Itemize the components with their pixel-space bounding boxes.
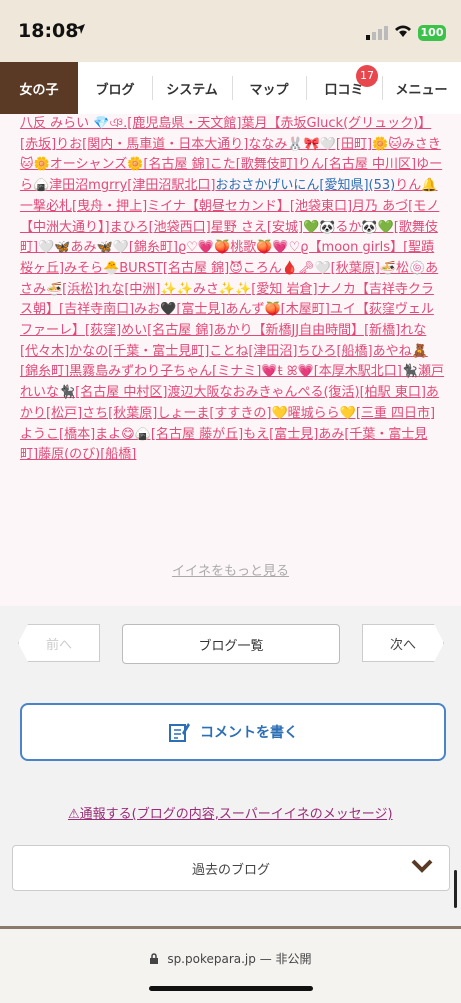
past-blogs-label: 過去のブログ [191,862,270,878]
liker-name[interactable]: 藤原(のび)[船橋] [38,447,136,462]
liker-name[interactable]: こた[歌舞伎町] [210,157,298,172]
prev-button[interactable]: 前へ [18,624,100,662]
edit-icon [169,723,190,742]
liker-name[interactable]: あんず🍑[木屋町] [226,302,330,317]
scrollbar[interactable] [454,870,457,908]
liked-by-list: 八反 みらい 💎ঞ.[鹿児島県・天文館]葉月【赤坂Gluck(グリュック)】[赤… [20,114,445,466]
liker-name[interactable]: みそら🐣BURST[名古屋 錦] [64,261,229,276]
liker-name[interactable]: りお[関内・馬車道・日本大通り] [56,137,248,152]
liker-name[interactable]: かなの[千葉・富士見町] [69,344,209,359]
liker-name[interactable]: さち[秋葉原] [82,406,157,421]
status-bar: 18:08 100 [0,0,461,62]
status-time: 18:08 [18,20,79,42]
liker-name[interactable]: おおさかげいにん[愛知県](53) [215,178,395,193]
battery-indicator: 100 [418,25,446,41]
liker-name[interactable]: ようこ[橋本] [20,427,95,442]
tab-map[interactable]: マップ [232,62,306,114]
liker-name[interactable]: めい[名古屋 錦] [121,323,213,338]
liker-name[interactable]: まよ😋🍙[名古屋 藤が丘] [95,427,243,442]
report-link[interactable]: ⚠通報する(ブログの内容,スーパーイイネのメッセージ) [68,803,393,822]
tab-system[interactable]: システム [152,62,232,114]
liker-name[interactable]: ミイナ【朝昼セカンド】[池袋東口] [147,199,352,214]
past-blogs-dropdown[interactable]: 過去のブログ [12,845,450,891]
liker-name[interactable]: しょーま[すすきの] [157,406,271,421]
liker-name[interactable]: りん[名古屋 中川区] [298,157,416,172]
liker-name[interactable]: ちひろ[船橋] [297,344,372,359]
liker-name[interactable]: みお🖤[富士見] [134,302,225,317]
home-indicator [149,986,313,991]
liker-name[interactable]: もえ[富士見] [243,427,318,442]
tab-girls[interactable]: 女の子 [0,62,78,114]
tab-blog[interactable]: ブログ [78,62,152,114]
lock-icon [150,953,159,964]
chevron-down-icon [411,859,433,873]
next-button[interactable]: 次へ [362,624,444,662]
liker-name[interactable]: 💛曜城らら💛[三重 四日市] [271,406,435,421]
see-more-likes-link[interactable]: イイネをもっと見る [0,560,461,579]
review-count-badge: 17 [356,65,378,87]
liker-name[interactable]: ✨✨みさ✨✨[愛知 岩倉] [161,282,318,297]
top-nav: 女の子 ブログ システム マップ 口コミ メニュー [0,62,461,115]
liker-name[interactable]: 💗ŧ ꕤ💗[本厚木駅北口] [261,364,402,379]
liker-name[interactable]: ななみ🐰🎀🤍[田町] [248,137,372,152]
liker-name[interactable]: れな[中洲] [98,282,160,297]
write-comment-label: コメントを書く [200,725,298,741]
url-text: sp.pokepara.jp — 非公開 [167,952,312,966]
location-arrow-icon [75,24,85,34]
tab-menu[interactable]: メニュー [382,62,461,114]
wifi-icon [395,25,411,37]
liker-name[interactable]: ことね[津田沼] [209,344,297,359]
url-bar[interactable]: sp.pokepara.jp — 非公開 [0,950,461,967]
liker-name[interactable]: あかり【新橋JJ自由時間】[新橋] [213,323,400,338]
liker-name[interactable]: 🤍🦋あみ🦋🤍[錦糸町] [38,240,178,255]
blog-list-button[interactable]: ブログ一覧 [122,624,340,664]
liker-name[interactable]: まひろ[池袋西口] [110,220,211,235]
liker-name[interactable]: 八反 みらい 💎ঞ.[鹿児島県・天文館] [20,116,241,131]
liker-name[interactable]: 渡辺大阪なおみきゃんぺる(復活)[柏駅 東口] [167,385,425,400]
liker-name[interactable]: 黒霧島みずわり子ちゃん[ミナミ] [69,364,261,379]
liker-name[interactable]: 😈ころん🩸🗝🤍[秋葉原] [229,261,380,276]
write-comment-button[interactable]: コメントを書く [20,703,446,761]
signal-icon [366,26,388,40]
